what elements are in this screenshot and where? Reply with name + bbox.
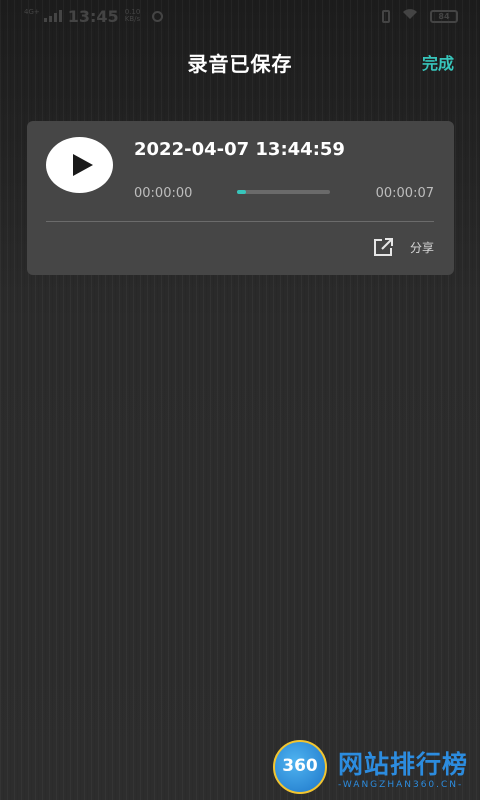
share-external-icon: [373, 238, 393, 256]
share-button[interactable]: 分享: [372, 237, 434, 257]
header: 录音已保存 完成: [0, 40, 480, 80]
signal-icon: [43, 10, 62, 22]
share-label: 分享: [409, 240, 434, 255]
progress-bar[interactable]: [237, 190, 330, 194]
play-button[interactable]: [46, 137, 113, 193]
watermark-site-url: -WANGZHAN360.CN-: [338, 780, 464, 790]
vibrate-icon: [382, 9, 390, 23]
network-type: 4G+: [24, 7, 40, 16]
recording-card: 2022-04-07 13:44:59 00:00:00 00:00:07 分享: [27, 121, 454, 275]
total-time: 00:00:07: [375, 186, 434, 201]
recording-title: 2022-04-07 13:44:59: [134, 139, 345, 160]
status-time: 13:45: [67, 6, 119, 26]
watermark-logo: 360: [273, 740, 327, 794]
status-bar: 4G+ 13:45 0.10 KB/s 84: [0, 0, 480, 32]
progress-fill: [237, 190, 247, 194]
status-left: 4G+ 13:45 0.10 KB/s: [24, 6, 164, 26]
done-button[interactable]: 完成: [422, 50, 454, 74]
battery-icon: 84: [430, 9, 458, 23]
status-right: 84: [382, 8, 458, 24]
wifi-icon: [402, 8, 418, 24]
page-title: 录音已保存: [187, 52, 293, 76]
divider: [46, 221, 434, 222]
current-time: 00:00:00: [134, 186, 193, 201]
net-speed: 0.10 KB/s: [125, 9, 141, 23]
watermark-site-name: 网站排行榜: [338, 750, 469, 779]
net-speed-unit: KB/s: [124, 15, 141, 23]
watermark: 360 网站排行榜 -WANGZHAN360.CN-: [273, 740, 473, 796]
play-icon: [73, 154, 93, 176]
sync-icon: [152, 10, 164, 22]
